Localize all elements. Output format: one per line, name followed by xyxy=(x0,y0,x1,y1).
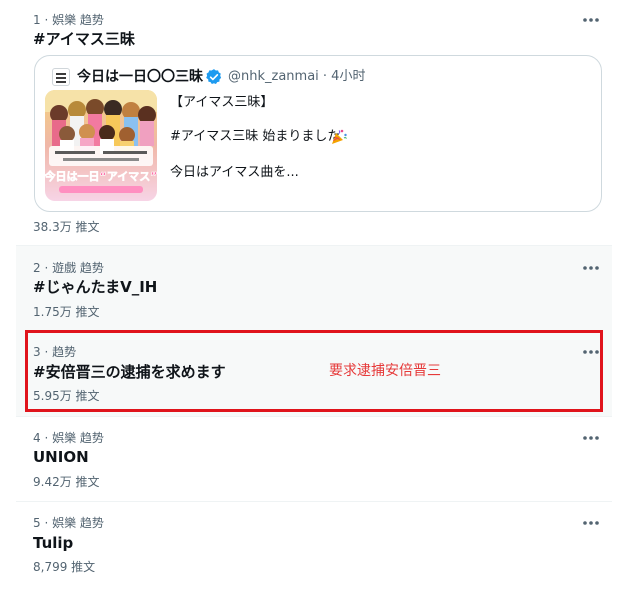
trend-meta: 3 · 趋势 xyxy=(33,345,77,359)
more-horizontal-icon[interactable] xyxy=(582,516,600,530)
more-horizontal-icon[interactable] xyxy=(582,345,600,359)
more-horizontal-icon[interactable] xyxy=(582,261,600,275)
trend-tweet-count: 5.95万 推文 xyxy=(33,389,100,403)
tweet-thumbnail-image[interactable]: 今日は一日“アイマス” xyxy=(45,90,157,201)
tweet-text-line-2: #アイマス三昧 始まりました xyxy=(170,129,341,144)
trends-feed: 1 · 娯樂 趋势 #アイマス三昧 今日は一日〇〇三昧 @nhk_zanmai … xyxy=(16,0,612,597)
trend-item-5[interactable]: 5 · 娯樂 趋势 Tulip 8,799 推文 xyxy=(16,502,612,597)
trend-item-1[interactable]: 1 · 娯樂 趋势 #アイマス三昧 今日は一日〇〇三昧 @nhk_zanmai … xyxy=(16,0,612,245)
embedded-tweet-card[interactable]: 今日は一日〇〇三昧 @nhk_zanmai · 4小时 今日は一日“アイマス” … xyxy=(34,55,602,212)
tweet-text-line-3: 今日はアイマス曲を... xyxy=(170,165,299,180)
trend-item-3[interactable]: 3 · 趋势 #安倍晋三の逮捕を求めます 5.95万 推文 xyxy=(16,330,612,416)
verified-badge-icon xyxy=(205,68,223,86)
trend-title: UNION xyxy=(33,448,89,466)
trend-tweet-count: 1.75万 推文 xyxy=(33,305,100,319)
trend-title: #アイマス三昧 xyxy=(33,30,135,48)
trend-tweet-count: 38.3万 推文 xyxy=(33,220,100,234)
trend-tweet-count: 9.42万 推文 xyxy=(33,475,100,489)
trend-meta: 4 · 娯樂 趋势 xyxy=(33,431,104,445)
trend-title: Tulip xyxy=(33,534,74,552)
trend-meta: 5 · 娯樂 趋势 xyxy=(33,516,104,530)
annotation-text: 要求逮捕安倍晋三 xyxy=(329,363,441,379)
more-horizontal-icon[interactable] xyxy=(582,431,600,445)
party-popper-icon xyxy=(330,128,348,146)
tweet-handle-time: @nhk_zanmai · 4小时 xyxy=(228,69,366,84)
account-name: 今日は一日〇〇三昧 xyxy=(77,69,203,85)
trend-tweet-count: 8,799 推文 xyxy=(33,560,96,574)
trend-item-2[interactable]: 2 · 遊戲 趋势 #じゃんたまV_IH 1.75万 推文 xyxy=(16,246,612,330)
tweet-text-line-1: 【アイマス三昧】 xyxy=(170,95,274,110)
trend-title: #じゃんたまV_IH xyxy=(33,278,158,296)
thumbnail-caption: 今日は一日“アイマス” xyxy=(45,169,157,183)
trend-meta: 2 · 遊戲 趋势 xyxy=(33,261,104,275)
trend-item-4[interactable]: 4 · 娯樂 趋势 UNION 9.42万 推文 xyxy=(16,417,612,501)
trend-title: #安倍晋三の逮捕を求めます xyxy=(33,363,226,381)
trend-meta: 1 · 娯樂 趋势 xyxy=(33,13,104,27)
account-avatar xyxy=(52,68,70,86)
more-horizontal-icon[interactable] xyxy=(582,13,600,27)
